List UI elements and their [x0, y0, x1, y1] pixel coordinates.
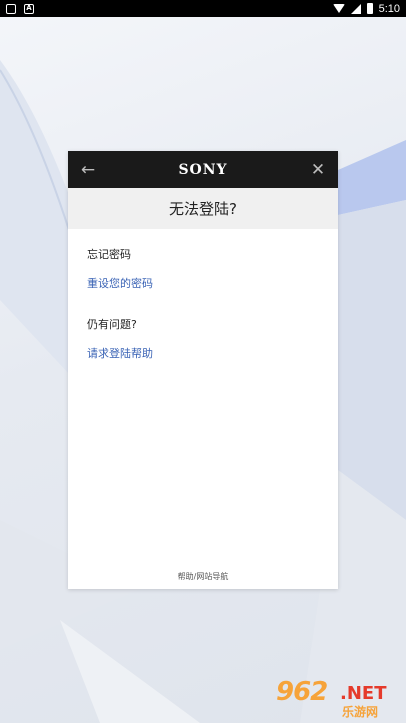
footer-help-link[interactable]: 帮助/网站导航 — [68, 571, 338, 582]
watermark-net: .NET — [340, 683, 387, 704]
page-title: 无法登陆? — [68, 188, 338, 229]
reset-password-link[interactable]: 重设您的密码 — [87, 275, 153, 291]
battery-icon — [366, 3, 373, 14]
status-bar: A 5:10 — [0, 0, 406, 17]
brand-logo: SONY — [178, 161, 228, 178]
a-icon: A — [24, 3, 34, 14]
forgot-password-label: 忘记密码 — [87, 248, 131, 261]
still-problem-label: 仍有问题? — [87, 318, 137, 331]
status-right: 5:10 — [332, 2, 400, 15]
close-icon: ✕ — [310, 159, 326, 180]
wifi-icon — [332, 4, 345, 13]
request-help-link[interactable]: 请求登陆帮助 — [87, 345, 153, 361]
arrow-left-icon: ← — [80, 159, 96, 180]
watermark-cn: 乐游网 — [342, 705, 379, 719]
still-problem-section: 仍有问题? 请求登陆帮助 — [87, 316, 319, 361]
watermark-logo: 962 .NET 乐游网 — [272, 677, 404, 721]
forgot-password-section: 忘记密码 重设您的密码 — [87, 246, 319, 291]
card-header: ← SONY ✕ — [68, 151, 338, 188]
watermark-number: 962 — [276, 677, 328, 707]
login-help-card: ← SONY ✕ 无法登陆? 忘记密码 重设您的密码 仍有问题? 请求登陆帮助 … — [68, 151, 338, 589]
shield-icon — [6, 3, 16, 14]
close-button[interactable]: ✕ — [308, 160, 328, 180]
status-left: A — [6, 3, 34, 14]
back-button[interactable]: ← — [78, 160, 98, 180]
signal-icon — [350, 3, 361, 14]
content: 忘记密码 重设您的密码 仍有问题? 请求登陆帮助 — [68, 229, 338, 361]
status-time: 5:10 — [378, 2, 400, 15]
